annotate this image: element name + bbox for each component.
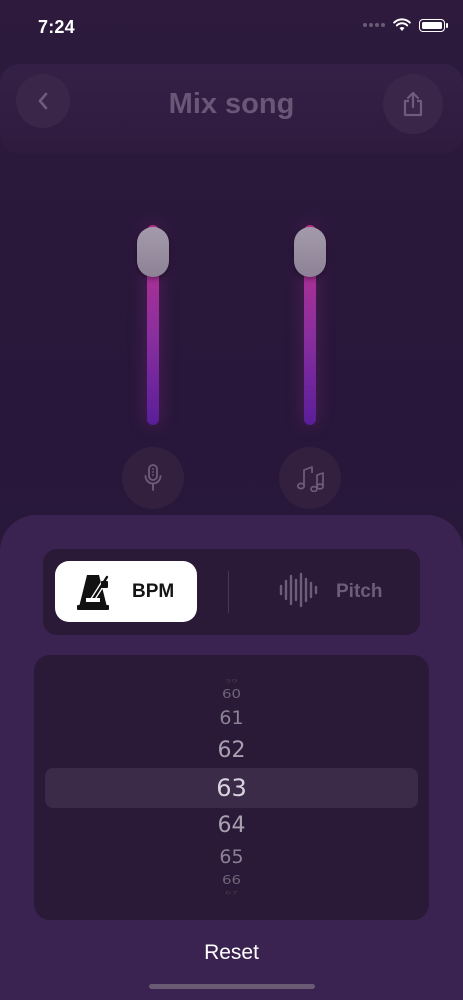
music-volume-slider[interactable]: [294, 225, 326, 425]
music-button[interactable]: [279, 447, 341, 509]
picker-item[interactable]: 65: [34, 846, 429, 868]
wifi-icon: [393, 18, 411, 31]
segment-pitch-label: Pitch: [336, 581, 383, 602]
segment-bpm-label: BPM: [132, 581, 175, 602]
picker-item[interactable]: 62: [34, 738, 429, 763]
mic-volume-slider[interactable]: [137, 225, 169, 425]
picker-item-selected[interactable]: 63: [34, 774, 429, 802]
segment-bpm[interactable]: BPM: [55, 561, 197, 622]
waveform-icon: [279, 572, 318, 608]
status-time: 7:24: [38, 17, 75, 37]
segment-pitch[interactable]: Pitch: [232, 561, 412, 622]
picker-item[interactable]: 66: [34, 873, 429, 887]
cellular-signal-icon: [363, 23, 385, 27]
picker-item[interactable]: 61: [34, 707, 429, 729]
picker-item[interactable]: 59: [34, 679, 429, 684]
share-button[interactable]: [383, 74, 443, 134]
picker-item[interactable]: 64: [34, 813, 429, 838]
microphone-button[interactable]: [122, 447, 184, 509]
music-volume-thumb[interactable]: [294, 227, 326, 277]
mix-song-screen: 7:24 Mix song BPM Pitch 59 60 61 62 63 6…: [0, 0, 463, 1000]
bpm-picker[interactable]: 59 60 61 62 63 64 65 66 67: [34, 655, 429, 920]
status-icons: [363, 18, 448, 32]
picker-item[interactable]: 60: [34, 687, 429, 701]
music-notes-icon: [296, 466, 324, 492]
share-icon: [403, 91, 423, 117]
microphone-icon: [144, 464, 162, 491]
mic-volume-thumb[interactable]: [137, 227, 169, 277]
picker-item[interactable]: 67: [34, 891, 429, 896]
reset-button[interactable]: Reset: [0, 941, 463, 965]
metronome-icon: [77, 574, 110, 610]
segment-divider: [228, 571, 229, 613]
home-indicator[interactable]: [149, 984, 315, 989]
battery-icon: [419, 18, 448, 32]
